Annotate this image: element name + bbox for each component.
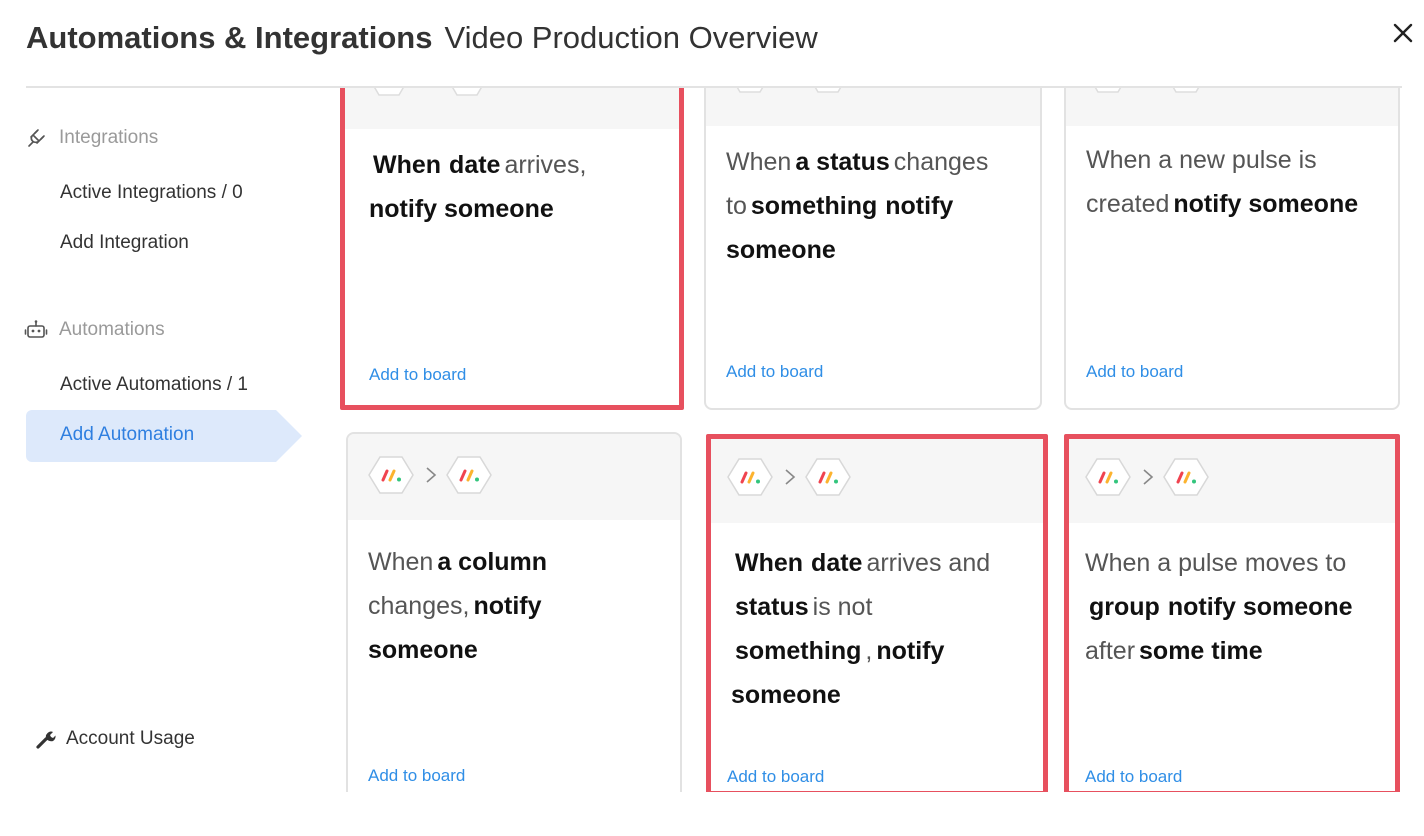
recipe-token-trigger[interactable]: a column [437,548,547,576]
monday-logo-icon [727,458,773,496]
recipe-token-trigger[interactable]: date [449,151,500,179]
recipe-token-action[interactable]: notify [876,637,944,665]
monday-logo-icon [446,456,492,494]
recipe-card-header [706,88,1040,126]
recipe-text: When date arrives, notify someone [369,143,661,231]
monday-logo-icon [1085,458,1131,496]
recipe-text: When a pulse moves to group notify someon… [1085,541,1377,673]
recipe-card-date-arrives[interactable]: When date arrives, notify someone Add to b… [340,88,684,410]
recipe-token-value[interactable]: something [735,637,861,665]
add-to-board-link[interactable]: Add to board [368,766,465,786]
chevron-right-icon [1143,469,1154,485]
recipe-token-action[interactable]: notify someone [369,195,554,223]
add-to-board-link[interactable]: Add to board [1085,767,1182,787]
recipe-word: changes, [368,592,470,620]
board-name: Video Production Overview [444,20,818,55]
recipe-text: When date arrives and status is not somethi… [731,541,1025,717]
sidebar: Integrations Active Integrations / 0 Add… [0,90,320,836]
recipe-word: to [726,192,747,220]
recipe-word: When [735,549,804,577]
recipe-token-action-cont[interactable]: someone [731,681,841,709]
close-icon[interactable] [1388,18,1418,48]
integrations-section-heading: Integrations [24,126,158,150]
recipe-token-action-cont[interactable]: someone [368,636,478,664]
robot-icon [24,320,48,338]
monday-logo-icon [1163,458,1209,496]
recipe-card-header [1066,88,1398,126]
recipe-word: arrives and [866,549,991,577]
recipe-word: When a new pulse is [1086,146,1317,174]
recipe-word: is not [812,593,873,621]
recipe-token-delay[interactable]: some time [1139,637,1263,665]
recipe-text: When a column changes, notify someone [368,540,662,672]
recipe-word: created [1086,190,1170,218]
recipe-text: When a new pulse is created notify someon… [1086,138,1380,226]
integrations-heading: Integrations [59,127,159,148]
automations-heading: Automations [59,319,165,340]
monday-logo-icon [814,88,842,93]
recipe-card-pulse-moves[interactable]: When a pulse moves to group notify someon… [1064,434,1400,792]
recipe-word: When [726,148,792,176]
sidebar-item-add-integration[interactable]: Add Integration [60,232,189,254]
recipe-token-condition[interactable]: status [735,593,809,621]
account-usage-label: Account Usage [66,728,195,749]
add-to-board-link[interactable]: Add to board [726,362,823,382]
recipe-text: When a status changes to something notify so… [726,140,1022,272]
recipe-word: after [1085,637,1136,665]
sidebar-item-add-automation-label: Add Automation [60,424,195,445]
recipe-word: When [373,151,442,179]
recipe-token-action[interactable]: notify someone [1168,593,1353,621]
monday-logo-icon [736,88,764,93]
recipe-token-action[interactable]: notify [885,192,953,220]
recipe-token-trigger[interactable]: date [811,549,862,577]
recipe-token-trigger[interactable]: group [1089,593,1160,621]
page-header: Automations & Integrations Video Product… [26,20,818,64]
recipe-card-header [345,88,679,129]
add-to-board-link[interactable]: Add to board [369,365,466,385]
wrench-icon [36,731,56,749]
recipe-word: arrives, [504,151,587,179]
automations-section-heading: Automations [24,318,165,342]
sidebar-item-active-automations[interactable]: Active Automations / 1 [60,374,248,396]
recipe-token-action[interactable]: notify someone [1173,190,1358,218]
add-to-board-link[interactable]: Add to board [727,767,824,787]
recipe-card-new-pulse[interactable]: When a new pulse is created notify someon… [1064,88,1400,410]
recipe-card-header [348,434,680,520]
recipes-grid: When date arrives, notify someone Add to b… [340,88,1424,792]
active-nav-pointer [276,410,302,462]
recipe-token-trigger[interactable]: a status [795,148,889,176]
monday-logo-icon [1172,88,1200,93]
sidebar-item-add-automation[interactable]: Add Automation [26,410,302,462]
monday-logo-icon [452,88,482,96]
chevron-right-icon [785,469,796,485]
chevron-right-icon [426,467,437,483]
monday-logo-icon [374,88,404,96]
monday-logo-icon [805,458,851,496]
add-to-board-link[interactable]: Add to board [1086,362,1183,382]
recipe-card-header [711,439,1043,523]
recipe-word: When [368,548,434,576]
account-usage-link[interactable]: Account Usage [36,728,195,750]
recipe-word: , [865,637,873,665]
monday-logo-icon [1094,88,1122,93]
recipe-card-header [1069,439,1395,523]
monday-logo-icon [368,456,414,494]
recipe-word: When a pulse moves to [1085,549,1347,577]
sidebar-item-active-integrations[interactable]: Active Integrations / 0 [60,182,243,204]
recipe-token-action-cont[interactable]: someone [726,236,836,264]
recipe-card-column-changes[interactable]: When a column changes, notify someone Add … [346,432,682,792]
recipe-token-action[interactable]: notify [473,592,541,620]
recipe-card-date-status[interactable]: When date arrives and status is not somethi… [706,434,1048,792]
recipe-token-condition[interactable]: something [751,192,877,220]
recipe-word: changes [893,148,989,176]
plug-icon [28,129,45,147]
page-title: Automations & Integrations [26,20,433,55]
recipe-card-status-changes[interactable]: When a status changes to something notify so… [704,88,1042,410]
